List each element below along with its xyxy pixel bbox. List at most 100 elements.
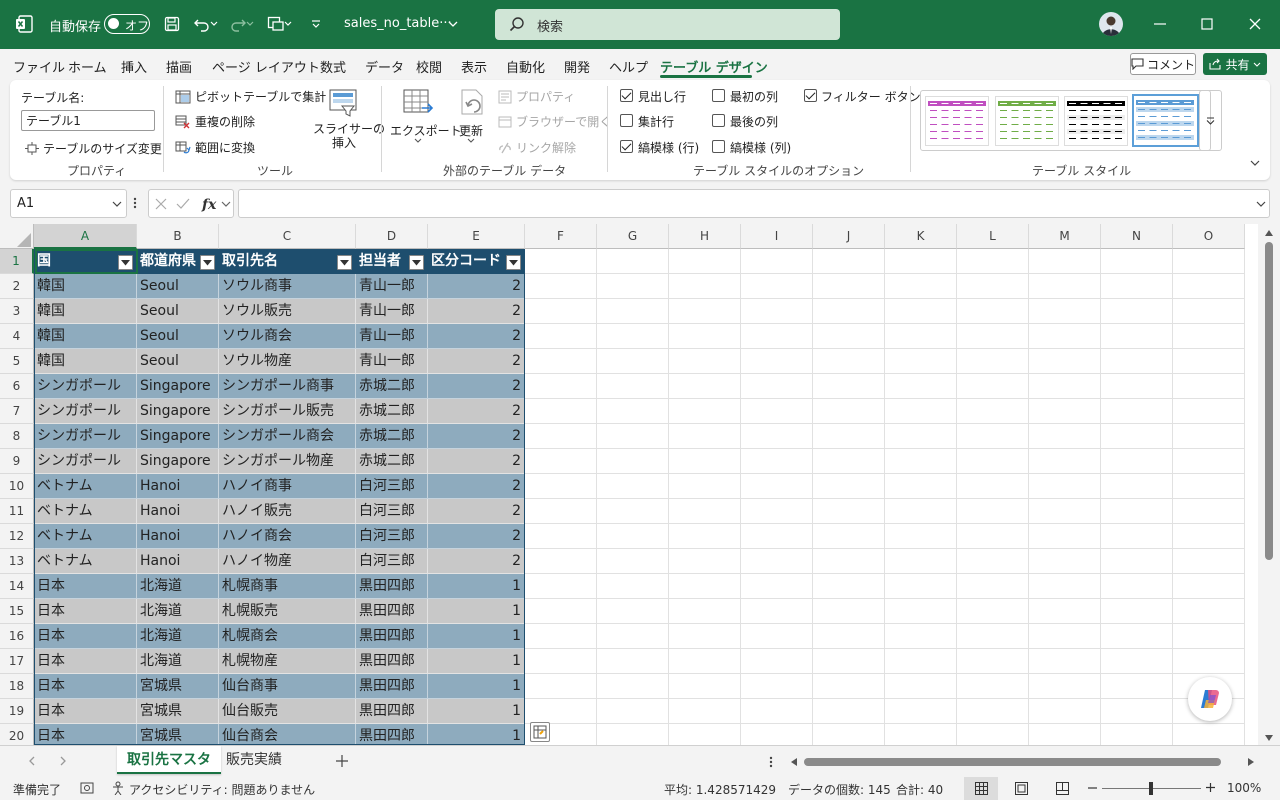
table-cell[interactable] — [741, 374, 813, 399]
table-cell[interactable] — [597, 399, 669, 424]
table-cell[interactable]: ベトナム — [34, 524, 137, 549]
avatar[interactable] — [1099, 12, 1123, 36]
table-cell[interactable] — [597, 474, 669, 499]
column-header-g[interactable]: G — [597, 224, 669, 249]
table-cell[interactable] — [525, 399, 597, 424]
table-cell[interactable] — [597, 324, 669, 349]
table-cell[interactable]: 韓国 — [34, 274, 137, 299]
table-cell[interactable] — [1101, 724, 1173, 745]
insert-slicer-button[interactable]: スライサーの 挿入 — [313, 122, 385, 150]
export-button[interactable]: エクスポート — [390, 122, 462, 139]
table-cell[interactable]: 札幌商事 — [219, 574, 356, 599]
table-cell[interactable]: 赤城二郎 — [356, 399, 428, 424]
table-cell[interactable] — [525, 624, 597, 649]
table-cell[interactable] — [1101, 374, 1173, 399]
zoom-level[interactable]: 100% — [1227, 781, 1261, 795]
table-cell[interactable] — [525, 599, 597, 624]
menu-table-design[interactable]: テーブル デザイン — [660, 57, 768, 76]
table-cell[interactable]: 白河三郎 — [356, 474, 428, 499]
table-cell[interactable] — [885, 674, 957, 699]
table-cell[interactable]: 宮城県 — [137, 674, 219, 699]
status-average[interactable]: 平均: 1.428571429 — [664, 781, 776, 798]
close-button[interactable] — [1240, 10, 1270, 38]
table-cell[interactable] — [957, 299, 1029, 324]
table-cell[interactable]: Hanoi — [137, 474, 219, 499]
table-cell[interactable]: 青山一郎 — [356, 324, 428, 349]
table-cell[interactable]: シンガポール — [34, 374, 137, 399]
menu-help[interactable]: ヘルプ — [609, 57, 648, 76]
column-header-a[interactable]: A — [34, 224, 137, 249]
table-cell[interactable] — [1101, 249, 1173, 274]
more-tabs-icon[interactable] — [769, 756, 773, 768]
table-cell[interactable]: 北海道 — [137, 599, 219, 624]
table-cell[interactable]: Singapore — [137, 449, 219, 474]
row-header[interactable]: 9 — [0, 449, 34, 474]
table-cell[interactable] — [597, 649, 669, 674]
table-cell[interactable] — [669, 349, 741, 374]
table-cell[interactable] — [885, 424, 957, 449]
comment-button[interactable]: コメント — [1130, 53, 1196, 75]
table-cell[interactable]: ハノイ商会 — [219, 524, 356, 549]
table-cell[interactable]: 赤城二郎 — [356, 374, 428, 399]
status-accessibility[interactable]: アクセシビリティ: 問題ありません — [129, 781, 315, 798]
table-cell[interactable] — [1029, 699, 1101, 724]
table-cell[interactable] — [885, 449, 957, 474]
header-row-checkbox[interactable] — [620, 89, 633, 102]
menu-formulas[interactable]: 数式 — [320, 57, 346, 76]
table-cell[interactable]: 1 — [428, 574, 525, 599]
table-cell[interactable] — [1101, 424, 1173, 449]
table-cell[interactable] — [1173, 299, 1245, 324]
row-header[interactable]: 15 — [0, 599, 34, 624]
table-cell[interactable]: 黒田四郎 — [356, 574, 428, 599]
table-cell[interactable]: 青山一郎 — [356, 299, 428, 324]
row-header[interactable]: 1 — [0, 249, 34, 274]
table-cell[interactable] — [525, 449, 597, 474]
table-cell[interactable] — [669, 599, 741, 624]
table-cell[interactable]: 1 — [428, 724, 525, 745]
collapse-ribbon-icon[interactable] — [1250, 160, 1260, 166]
table-cell[interactable]: 日本 — [34, 674, 137, 699]
table-cell[interactable] — [669, 699, 741, 724]
save-icon[interactable] — [160, 12, 184, 36]
table-cell[interactable] — [1101, 324, 1173, 349]
table-cell[interactable] — [1101, 624, 1173, 649]
filter-dropdown-icon[interactable] — [409, 255, 424, 270]
column-header-l[interactable]: L — [957, 224, 1029, 249]
add-sheet-icon[interactable] — [336, 755, 348, 767]
table-cell[interactable]: ベトナム — [34, 499, 137, 524]
table-cell[interactable] — [525, 474, 597, 499]
table-cell[interactable] — [813, 549, 885, 574]
search-box[interactable]: 検索 — [495, 9, 840, 40]
next-sheet-icon[interactable] — [60, 756, 67, 766]
table-cell[interactable] — [813, 349, 885, 374]
table-cell[interactable] — [525, 499, 597, 524]
row-header[interactable]: 12 — [0, 524, 34, 549]
table-cell[interactable] — [669, 374, 741, 399]
table-cell[interactable]: 仙台販売 — [219, 699, 356, 724]
table-cell[interactable] — [1029, 349, 1101, 374]
table-cell[interactable]: 黒田四郎 — [356, 649, 428, 674]
table-cell[interactable] — [1173, 724, 1245, 745]
table-cell[interactable]: Singapore — [137, 399, 219, 424]
column-header-b[interactable]: B — [137, 224, 219, 249]
table-cell[interactable] — [1173, 274, 1245, 299]
table-cell[interactable]: Seoul — [137, 299, 219, 324]
table-cell[interactable] — [885, 649, 957, 674]
table-cell[interactable] — [741, 549, 813, 574]
table-cell[interactable] — [525, 524, 597, 549]
table-cell[interactable] — [1173, 349, 1245, 374]
table-cell[interactable]: 仙台商会 — [219, 724, 356, 745]
remove-duplicates-button[interactable]: 重複の削除 — [175, 113, 255, 130]
table-cell[interactable]: ハノイ商事 — [219, 474, 356, 499]
table-cell[interactable]: 2 — [428, 424, 525, 449]
table-cell[interactable]: 1 — [428, 699, 525, 724]
table-cell[interactable] — [741, 424, 813, 449]
table-cell[interactable] — [1029, 424, 1101, 449]
banded-rows-checkbox[interactable] — [620, 140, 633, 153]
table-cell[interactable] — [885, 474, 957, 499]
export-chevron-icon[interactable] — [414, 138, 422, 143]
quick-analysis-icon[interactable] — [530, 722, 550, 742]
table-header-cell[interactable]: 区分コード — [428, 249, 525, 274]
table-cell[interactable]: 北海道 — [137, 624, 219, 649]
menu-review[interactable]: 校閲 — [416, 57, 442, 76]
